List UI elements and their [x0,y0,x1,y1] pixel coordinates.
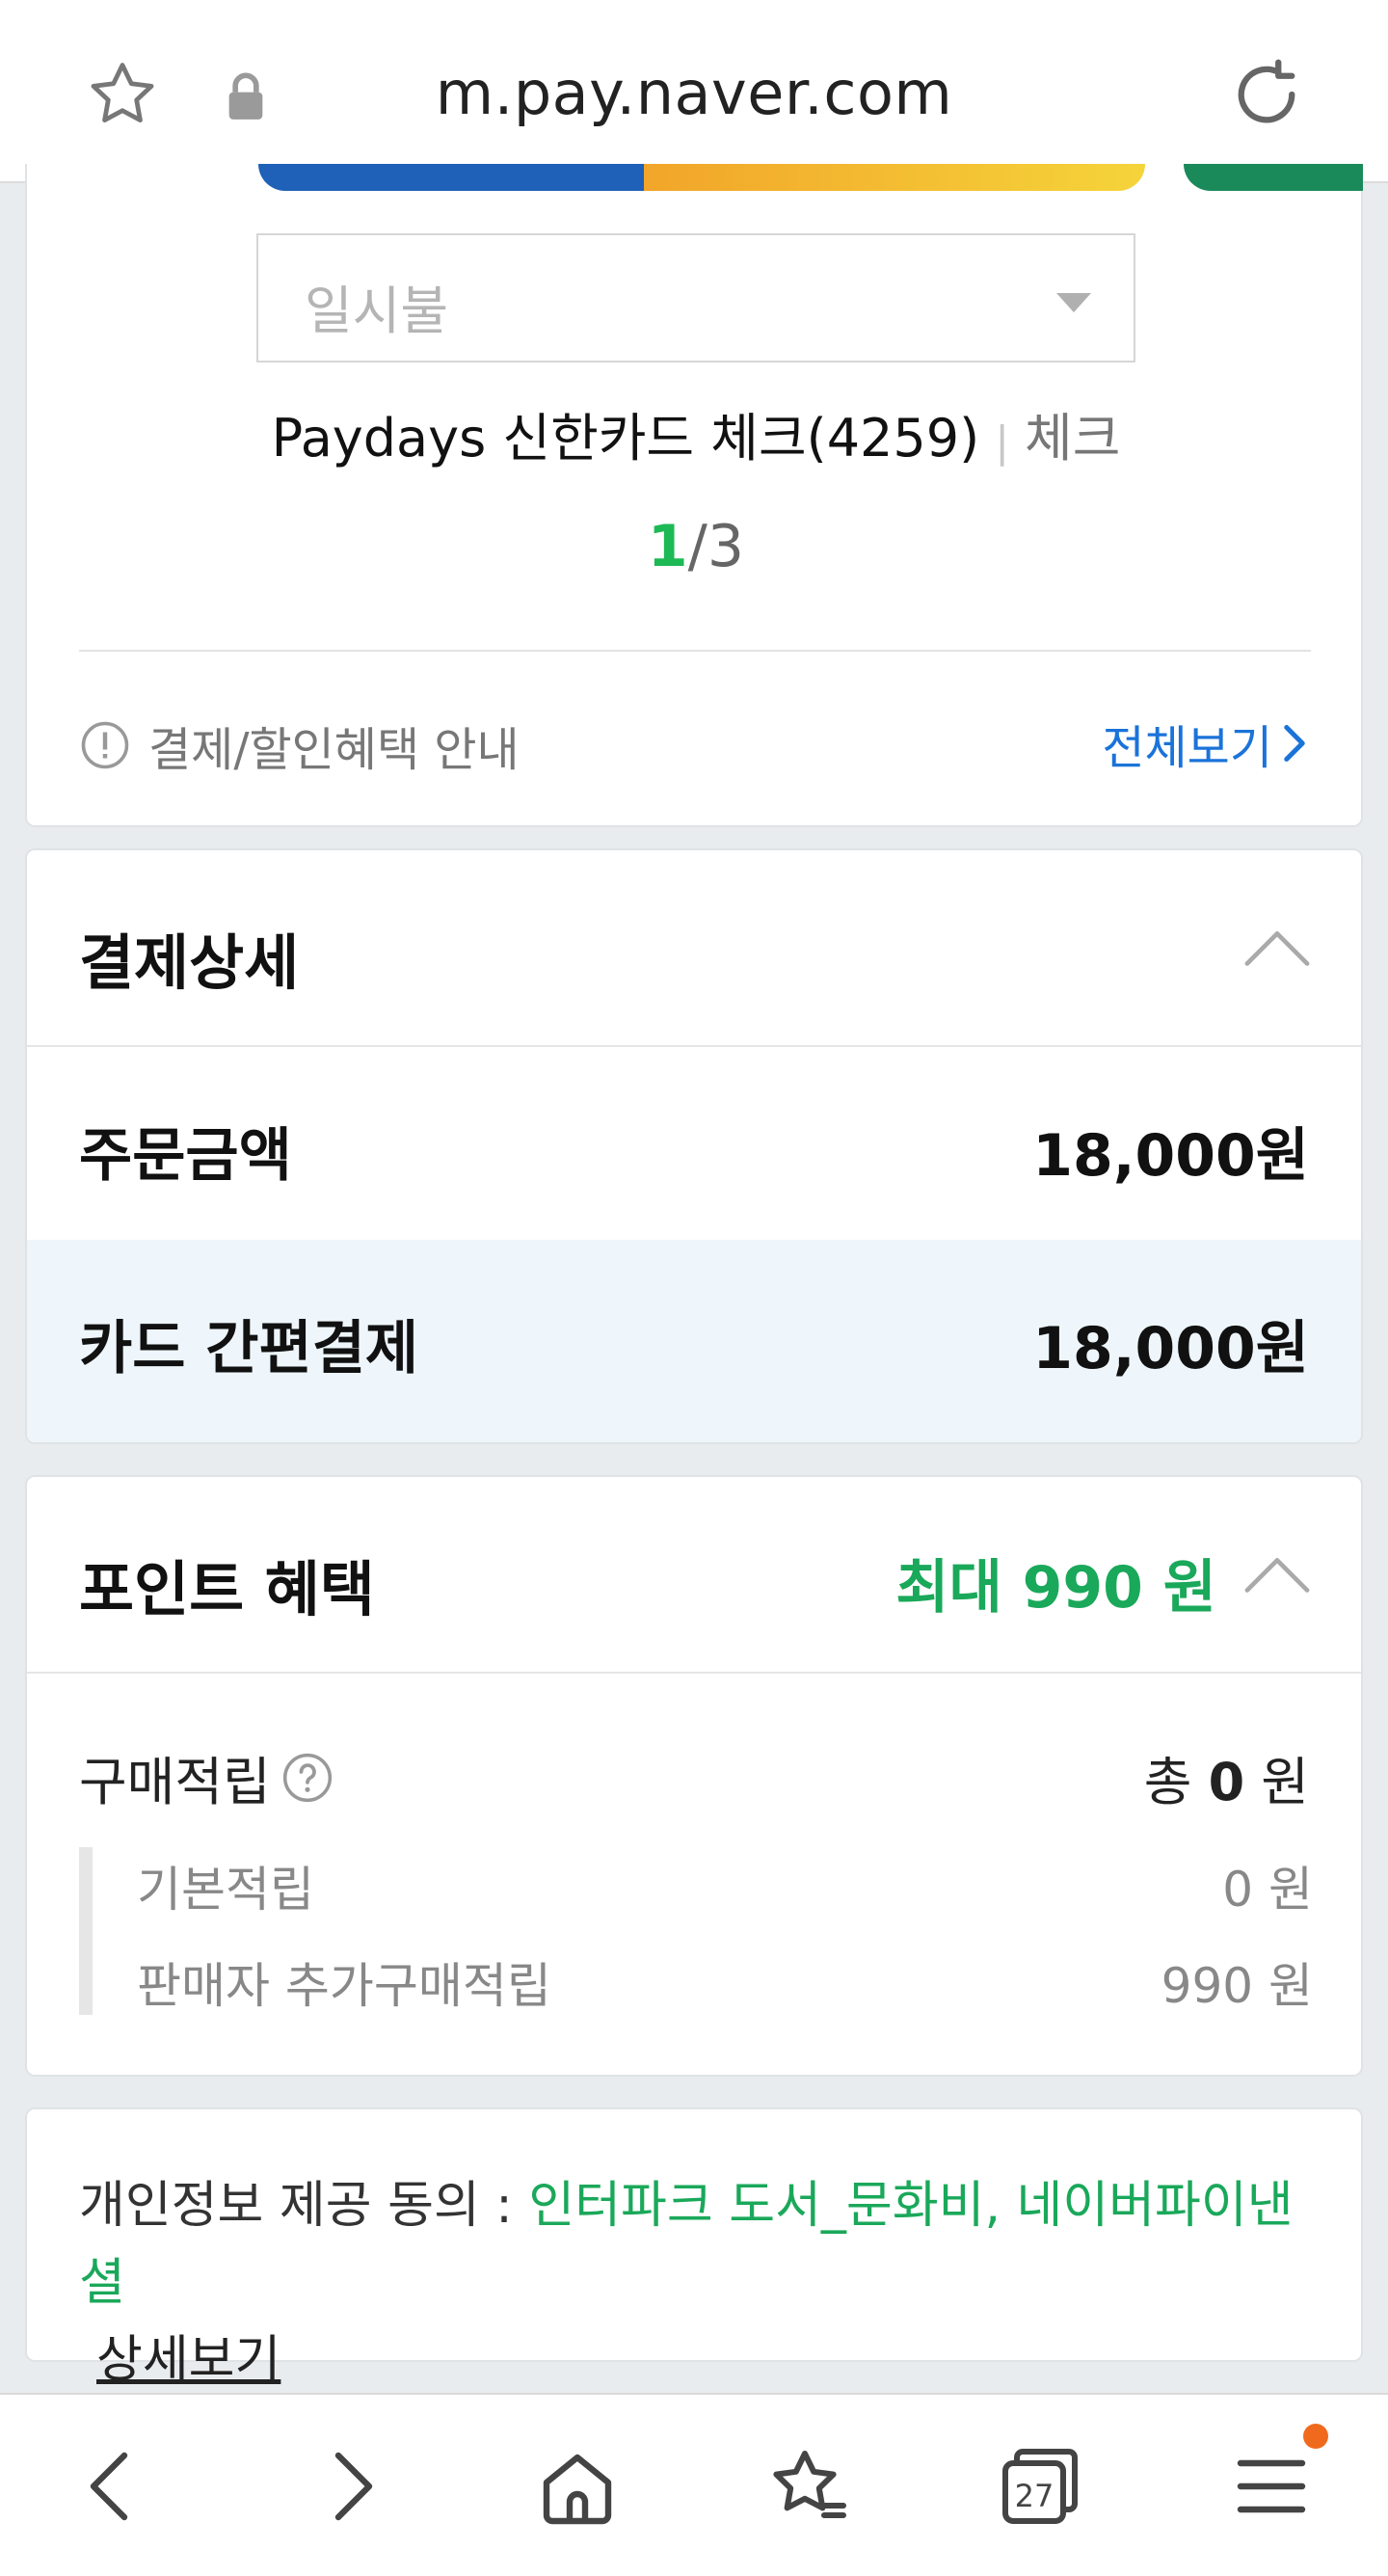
benefit-notice-label: 결제/할인혜택 안내 [148,723,520,777]
seller-reward-value: 990 원 [1161,1958,1313,2014]
payment-method-card: 일시불 Paydays 신한카드 체크(4259) | 체크 1/3 결제/할인혜택… [25,164,1363,827]
browser-bottom-bar: 27 [0,2393,1388,2576]
info-circle-icon [81,721,129,769]
hamburger-menu-icon [1237,2459,1306,2513]
installment-value: 일시불 [305,281,449,341]
chevron-up-icon[interactable] [1243,926,1311,968]
card-name-separator: | [995,417,1010,467]
chevron-left-icon [90,2452,128,2521]
card-image-bottom-accent[interactable] [644,164,1145,191]
card-pay-row: 카드 간편결제 18,000원 [27,1240,1361,1442]
tabs-icon: 27 [1002,2449,1078,2524]
card-type: 체크 [1025,408,1121,469]
bookmark-star-icon[interactable] [83,56,162,135]
point-benefit-title: 포인트 혜택 [79,1554,375,1624]
tab-count: 27 [1015,2478,1054,2514]
basic-reward-label: 기본적립 [137,1862,314,1918]
next-card-image[interactable] [1184,164,1363,191]
card-pay-label: 카드 간편결제 [79,1315,419,1382]
card-pay-amount: 18,000원 [1032,1315,1309,1382]
forward-button[interactable] [297,2433,403,2539]
card-pager: 1/3 [27,513,1365,580]
installment-select[interactable]: 일시불 [256,233,1135,362]
reload-icon[interactable] [1226,54,1307,135]
purchase-total-value: 0 [1208,1752,1245,1812]
basic-reward-row: 기본적립 0 원 [137,1851,1313,1920]
menu-button[interactable] [1218,2433,1324,2539]
view-all-label: 전체보기 [1102,721,1272,775]
notification-badge [1303,2424,1328,2449]
consent-prefix: 개인정보 제공 동의 : [79,2177,529,2235]
purchase-reward-label: 구매적립 [79,1752,271,1812]
basic-reward-value: 0 원 [1222,1862,1313,1918]
back-button[interactable] [60,2433,166,2539]
purchase-reward-total: 총 0 원 [1144,1739,1309,1815]
browser-top-bar: m.pay.naver.com [0,0,1388,183]
view-all-link[interactable]: 전체보기 [1102,710,1309,777]
address-bar-url[interactable]: m.pay.naver.com [328,58,1060,128]
lock-icon [228,72,263,120]
purchase-total-prefix: 총 [1143,1752,1209,1812]
card-name-line: Paydays 신한카드 체크(4259) | 체크 [27,395,1365,471]
payment-detail-header[interactable]: 결제상세 [27,850,1361,1047]
pager-total: /3 [687,513,745,580]
card-name: Paydays 신한카드 체크(4259) [271,408,980,469]
bookmarks-star-icon [773,2451,846,2518]
order-amount-value: 18,000원 [1032,1122,1309,1190]
purchase-reward-row: 구매적립 총 0 원 [79,1739,1309,1815]
chevron-right-icon [1284,725,1305,762]
reward-breakdown: 기본적립 0 원 판매자 추가구매적립 990 원 [79,1847,1313,2015]
point-benefit-card: 포인트 혜택 최대 990 원 구매적립 총 0 원 기본적립 0 원 판매자 … [25,1475,1363,2077]
benefit-notice[interactable]: 결제/할인혜택 안내 [79,711,520,779]
purchase-total-suffix: 원 [1244,1752,1309,1812]
dropdown-caret-icon [1056,293,1091,312]
help-question-icon[interactable] [280,1751,334,1805]
seller-reward-row: 판매자 추가구매적립 990 원 [137,1947,1313,2017]
bookmarks-button[interactable] [756,2433,862,2539]
pager-current: 1 [647,513,688,580]
card-image-bottom[interactable] [258,164,663,191]
max-point-value: 최대 990 원 [895,1554,1216,1622]
payment-detail-card: 결제상세 주문금액 18,000원 카드 간편결제 18,000원 [25,848,1363,1444]
payment-detail-title: 결제상세 [79,927,300,998]
order-amount-row: 주문금액 18,000원 [27,1047,1361,1244]
tabs-button[interactable]: 27 [987,2433,1093,2539]
point-benefit-header[interactable]: 포인트 혜택 최대 990 원 [27,1477,1361,1674]
seller-reward-label: 판매자 추가구매적립 [137,1958,551,2014]
privacy-consent-text: 개인정보 제공 동의 : 인터파크 도서_문화비, 네이버파이낸셜 상세보기 [79,2167,1322,2399]
divider [79,650,1311,652]
chevron-up-icon[interactable] [1243,1552,1311,1595]
chevron-right-icon [334,2452,373,2521]
home-icon [543,2454,612,2525]
privacy-consent-card: 개인정보 제공 동의 : 인터파크 도서_문화비, 네이버파이낸셜 상세보기 [25,2107,1363,2389]
order-amount-label: 주문금액 [79,1122,292,1190]
consent-detail-link[interactable]: 상세보기 [96,2331,280,2389]
home-button[interactable] [524,2433,630,2539]
